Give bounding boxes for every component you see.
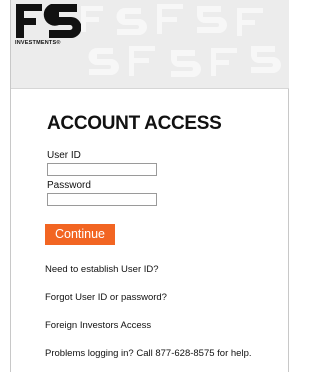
header-pattern-graphic bbox=[81, 4, 281, 77]
fs-investments-logo bbox=[16, 4, 81, 38]
password-input[interactable] bbox=[47, 193, 157, 206]
login-page: INVESTMENTS® ACCOUNT ACCESS User ID Pass… bbox=[10, 0, 289, 372]
establish-user-id-link[interactable]: Need to establish User ID? bbox=[45, 264, 159, 275]
foreign-investors-link[interactable]: Foreign Investors Access bbox=[45, 320, 151, 331]
continue-button[interactable]: Continue bbox=[45, 224, 115, 245]
header-banner: INVESTMENTS® bbox=[11, 0, 289, 89]
user-id-label: User ID bbox=[47, 150, 81, 161]
user-id-input[interactable] bbox=[47, 163, 157, 176]
forgot-credentials-link[interactable]: Forgot User ID or password? bbox=[45, 292, 167, 303]
logo-subtitle: INVESTMENTS® bbox=[15, 40, 61, 46]
page-title: ACCOUNT ACCESS bbox=[47, 113, 222, 134]
password-label: Password bbox=[47, 180, 91, 191]
help-phone-text: Problems logging in? Call 877-628-8575 f… bbox=[45, 348, 252, 359]
